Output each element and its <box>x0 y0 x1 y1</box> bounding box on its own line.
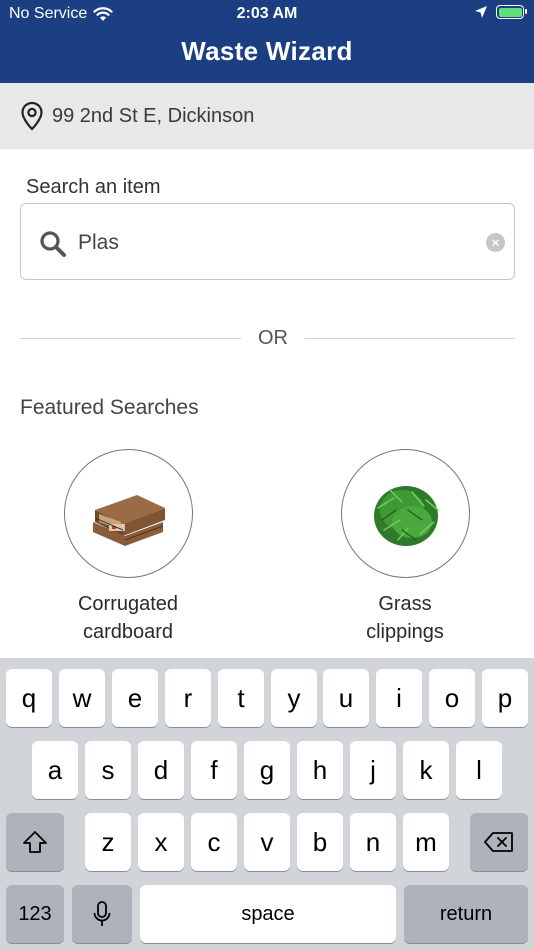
key-t[interactable]: t <box>218 669 264 727</box>
key-y[interactable]: y <box>271 669 317 727</box>
app-header: No Service 2:03 AM Waste Wizard <box>0 0 534 83</box>
key-z[interactable]: z <box>85 813 131 871</box>
key-p[interactable]: p <box>482 669 528 727</box>
key-w[interactable]: w <box>59 669 105 727</box>
status-right <box>474 5 527 19</box>
keyboard: q w e r t y u i o p a s d f g h j k l z … <box>0 658 534 950</box>
featured-item-cardboard[interactable]: Corrugated cardboard <box>28 449 228 646</box>
space-key[interactable]: space <box>140 885 396 943</box>
address-bar[interactable]: 99 2nd St E, Dickinson <box>0 83 534 149</box>
key-a[interactable]: a <box>32 741 78 799</box>
key-m[interactable]: m <box>403 813 449 871</box>
featured-searches-title: Featured Searches <box>20 396 199 419</box>
key-g[interactable]: g <box>244 741 290 799</box>
battery-icon <box>496 5 527 19</box>
or-divider-text: OR <box>258 327 288 349</box>
search-label: Search an item <box>26 176 161 198</box>
featured-label-line: Corrugated <box>77 593 179 615</box>
address-text: 99 2nd St E, Dickinson <box>52 104 255 127</box>
divider-line-left <box>20 338 241 339</box>
location-arrow-icon <box>475 6 487 18</box>
numbers-key[interactable]: 123 <box>6 885 64 943</box>
featured-label-line: cardboard <box>82 621 174 643</box>
key-n[interactable]: n <box>350 813 396 871</box>
cardboard-image <box>63 449 193 578</box>
key-f[interactable]: f <box>191 741 237 799</box>
key-x[interactable]: x <box>138 813 184 871</box>
key-o[interactable]: o <box>429 669 475 727</box>
shift-key[interactable] <box>6 813 64 871</box>
featured-label-line: clippings <box>366 621 444 643</box>
key-b[interactable]: b <box>297 813 343 871</box>
search-field[interactable]: × <box>20 203 515 280</box>
key-j[interactable]: j <box>350 741 396 799</box>
key-c[interactable]: c <box>191 813 237 871</box>
status-time: 2:03 AM <box>236 5 298 22</box>
key-q[interactable]: q <box>6 669 52 727</box>
key-i[interactable]: i <box>376 669 422 727</box>
shift-icon <box>23 831 47 853</box>
featured-item-label: Grass clippings <box>305 590 505 646</box>
key-r[interactable]: r <box>165 669 211 727</box>
featured-item-grass[interactable]: Grass clippings <box>305 449 505 646</box>
app-title: Waste Wizard <box>181 36 353 66</box>
return-key[interactable]: return <box>404 885 528 943</box>
microphone-icon <box>93 901 111 926</box>
key-e[interactable]: e <box>112 669 158 727</box>
backspace-icon <box>484 832 513 852</box>
featured-item-label: Corrugated cardboard <box>28 590 228 646</box>
delete-key[interactable] <box>470 813 528 871</box>
key-l[interactable]: l <box>456 741 502 799</box>
featured-label-line: Grass <box>378 593 432 615</box>
screen: No Service 2:03 AM Waste Wizard 99 2nd S… <box>0 0 534 950</box>
dictation-key[interactable] <box>72 885 132 943</box>
key-s[interactable]: s <box>85 741 131 799</box>
status-bar: No Service 2:03 AM <box>0 0 534 30</box>
key-u[interactable]: u <box>323 669 369 727</box>
grass-image <box>340 449 470 578</box>
clear-search-icon[interactable]: × <box>486 233 505 252</box>
search-icon <box>40 231 66 257</box>
location-pin-icon <box>21 101 43 131</box>
key-v[interactable]: v <box>244 813 290 871</box>
key-d[interactable]: d <box>138 741 184 799</box>
search-input[interactable] <box>78 226 468 260</box>
key-k[interactable]: k <box>403 741 449 799</box>
divider-line-right <box>305 338 515 339</box>
key-h[interactable]: h <box>297 741 343 799</box>
